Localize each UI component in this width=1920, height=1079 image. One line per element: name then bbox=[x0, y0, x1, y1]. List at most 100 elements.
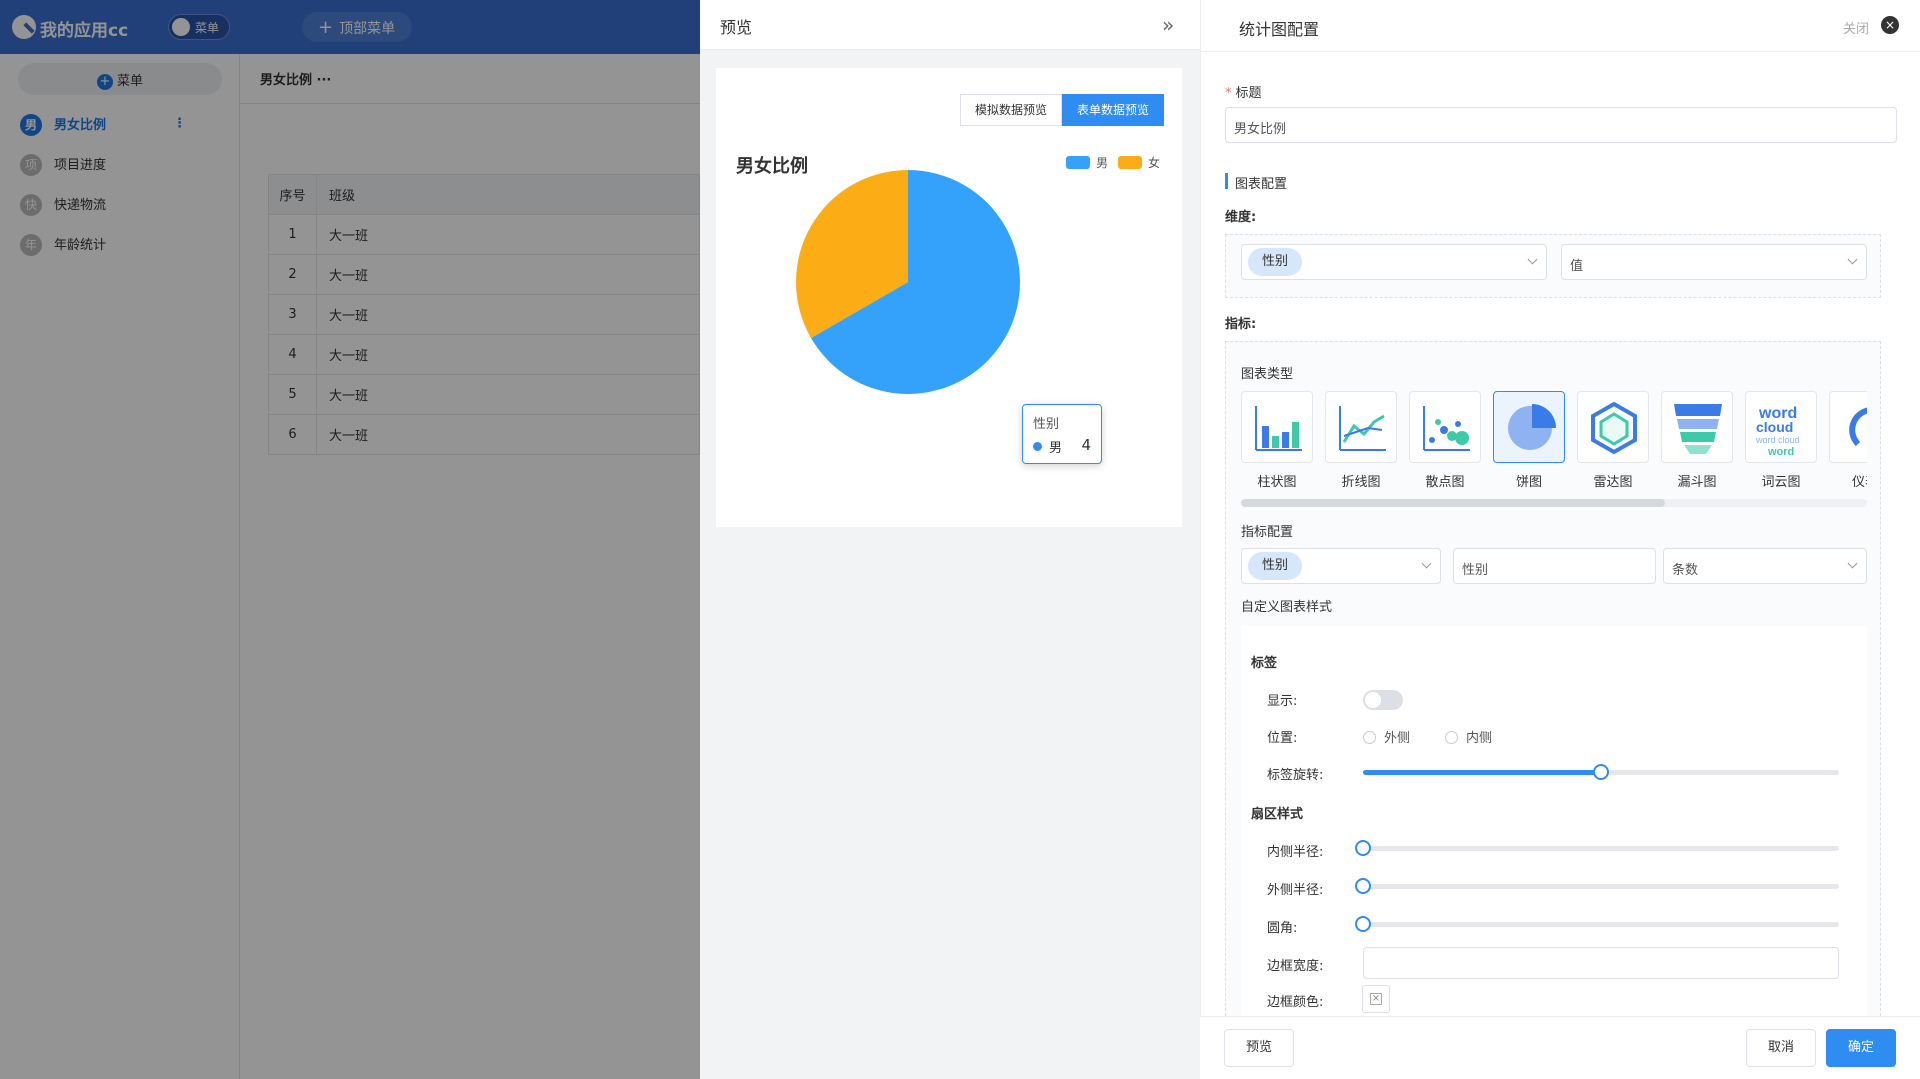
tooltip-title: 性别 bbox=[1033, 417, 1060, 432]
radio-circle bbox=[1363, 731, 1376, 744]
scatter-chart-icon bbox=[1409, 391, 1481, 463]
dimension-tag: 性别 bbox=[1248, 248, 1303, 276]
inner-radius-slider[interactable] bbox=[1355, 840, 1839, 856]
svg-text:word cloud: word cloud bbox=[1755, 435, 1800, 445]
modal-overlay[interactable] bbox=[0, 0, 700, 1079]
slider-handle[interactable] bbox=[1355, 840, 1371, 856]
collapse-double-chevron-icon[interactable]: » bbox=[1162, 13, 1174, 37]
chart-type-label: 图表类型 bbox=[1241, 367, 1294, 382]
section-bar bbox=[1225, 173, 1228, 189]
confirm-button[interactable]: 确定 bbox=[1826, 1029, 1896, 1067]
outer-radius-label: 外侧半径: bbox=[1267, 883, 1324, 898]
chart-type-bar[interactable]: 柱状图 bbox=[1241, 391, 1313, 491]
chart-type-name: 雷达图 bbox=[1593, 475, 1633, 490]
outer-radius-slider[interactable] bbox=[1355, 878, 1839, 894]
radio-circle bbox=[1445, 731, 1458, 744]
chevron-down-icon bbox=[1847, 558, 1858, 569]
radio-label: 内侧 bbox=[1466, 731, 1493, 746]
config-title: 统计图配置 bbox=[1239, 20, 1320, 39]
chart-type-gauge[interactable]: 仪表 bbox=[1829, 391, 1867, 491]
config-footer: 预览 取消 确定 bbox=[1200, 1016, 1920, 1079]
preview-header: 预览 » bbox=[700, 0, 1200, 50]
border-color-label: 边框颜色: bbox=[1267, 995, 1324, 1010]
metric-config-label: 指标配置 bbox=[1241, 525, 1294, 540]
radio-label: 外侧 bbox=[1384, 731, 1411, 746]
metric-aggregation-value: 条数 bbox=[1672, 563, 1699, 578]
border-width-label: 边框宽度: bbox=[1267, 959, 1324, 974]
chevron-down-icon bbox=[1421, 558, 1432, 569]
tooltip-dot bbox=[1033, 442, 1042, 451]
chart-type-word-cloud[interactable]: word cloud word cloud word 词云图 bbox=[1745, 391, 1817, 491]
corner-radius-slider[interactable] bbox=[1355, 916, 1839, 932]
chart-config-section-title: 图表配置 bbox=[1235, 177, 1288, 192]
metric-label: 指标: bbox=[1225, 317, 1257, 332]
chart-type-name: 柱状图 bbox=[1257, 475, 1297, 490]
chart-tooltip: 性别 男 4 bbox=[1022, 404, 1102, 464]
pie-chart-icon bbox=[1493, 391, 1565, 463]
sector-section-title: 扇区样式 bbox=[1251, 807, 1304, 822]
border-color-picker[interactable]: × bbox=[1362, 985, 1390, 1013]
preview-button[interactable]: 预览 bbox=[1224, 1029, 1294, 1067]
dimension-value-select[interactable]: 值 bbox=[1561, 244, 1867, 280]
svg-text:cloud: cloud bbox=[1756, 419, 1793, 435]
chart-type-scatter[interactable]: 散点图 bbox=[1409, 391, 1481, 491]
chart-type-radar[interactable]: 雷达图 bbox=[1577, 391, 1649, 491]
metric-field-select[interactable]: 性别 bbox=[1241, 548, 1441, 584]
show-label-switch[interactable] bbox=[1363, 690, 1403, 710]
border-width-input[interactable] bbox=[1363, 947, 1839, 979]
chart-card: 模拟数据预览 表单数据预览 男女比例 男 女 性别 男 4 bbox=[716, 68, 1182, 527]
gauge-chart-icon bbox=[1829, 391, 1867, 463]
rotate-label: 标签旋转: bbox=[1267, 768, 1324, 783]
cancel-button[interactable]: 取消 bbox=[1746, 1029, 1816, 1067]
chart-type-name: 词云图 bbox=[1761, 475, 1801, 490]
funnel-chart-icon bbox=[1661, 391, 1733, 463]
corner-label: 圆角: bbox=[1267, 921, 1298, 936]
dimension-field-select[interactable]: 性别 bbox=[1241, 244, 1547, 280]
config-header: 统计图配置 关闭 × bbox=[1201, 0, 1920, 52]
chevron-down-icon bbox=[1847, 254, 1858, 265]
required-mark: * bbox=[1225, 86, 1232, 101]
metric-name-input[interactable]: 性别 bbox=[1453, 548, 1656, 584]
word-cloud-icon: word cloud word cloud word bbox=[1745, 391, 1817, 463]
close-icon[interactable]: × bbox=[1881, 16, 1899, 34]
tooltip-value: 4 bbox=[1081, 436, 1091, 454]
chart-type-line[interactable]: 折线图 bbox=[1325, 391, 1397, 491]
slider-handle[interactable] bbox=[1355, 916, 1371, 932]
position-label: 位置: bbox=[1267, 731, 1298, 746]
slider-handle[interactable] bbox=[1593, 764, 1609, 780]
preview-panel: 预览 » 模拟数据预览 表单数据预览 男女比例 男 女 性别 男 4 bbox=[700, 0, 1200, 1079]
chart-type-list: 柱状图 折线图 散点图 饼图 雷达图 漏斗图 word cloud word c… bbox=[1241, 391, 1867, 491]
close-label[interactable]: 关闭 bbox=[1843, 18, 1869, 37]
label-rotate-slider[interactable] bbox=[1363, 764, 1839, 780]
title-label-text: 标题 bbox=[1235, 86, 1262, 101]
chart-type-name: 饼图 bbox=[1515, 475, 1542, 490]
chart-type-name: 折线图 bbox=[1341, 475, 1381, 490]
title-field-label: * 标题 bbox=[1225, 82, 1262, 101]
tooltip-name: 男 bbox=[1049, 441, 1063, 456]
switch-knob bbox=[1365, 692, 1381, 708]
radio-inside[interactable]: 内侧 bbox=[1445, 727, 1492, 746]
chevron-down-icon bbox=[1527, 254, 1538, 265]
chart-type-scrollbar[interactable] bbox=[1241, 499, 1867, 507]
preview-title: 预览 bbox=[720, 18, 753, 37]
empty-color-icon: × bbox=[1370, 993, 1382, 1005]
chart-type-name: 漏斗图 bbox=[1677, 475, 1717, 490]
metric-aggregation-select[interactable]: 条数 bbox=[1663, 548, 1867, 584]
chart-type-pie[interactable]: 饼图 bbox=[1493, 391, 1565, 491]
slider-handle[interactable] bbox=[1355, 878, 1371, 894]
line-chart-icon bbox=[1325, 391, 1397, 463]
title-input[interactable]: 男女比例 bbox=[1225, 107, 1897, 143]
slider-fill bbox=[1363, 770, 1601, 775]
inner-radius-label: 内侧半径: bbox=[1267, 845, 1324, 860]
custom-style-label: 自定义图表样式 bbox=[1241, 600, 1333, 615]
bar-chart-icon bbox=[1241, 391, 1313, 463]
pie-chart bbox=[796, 170, 1020, 394]
metric-tag: 性别 bbox=[1248, 552, 1303, 580]
chart-type-funnel[interactable]: 漏斗图 bbox=[1661, 391, 1733, 491]
scrollbar-thumb[interactable] bbox=[1241, 499, 1665, 507]
show-label: 显示: bbox=[1267, 694, 1298, 709]
chart-type-name: 散点图 bbox=[1425, 475, 1465, 490]
label-section-title: 标签 bbox=[1251, 656, 1278, 671]
dimension-value-placeholder: 值 bbox=[1570, 259, 1584, 274]
radio-outside[interactable]: 外侧 bbox=[1363, 727, 1410, 746]
